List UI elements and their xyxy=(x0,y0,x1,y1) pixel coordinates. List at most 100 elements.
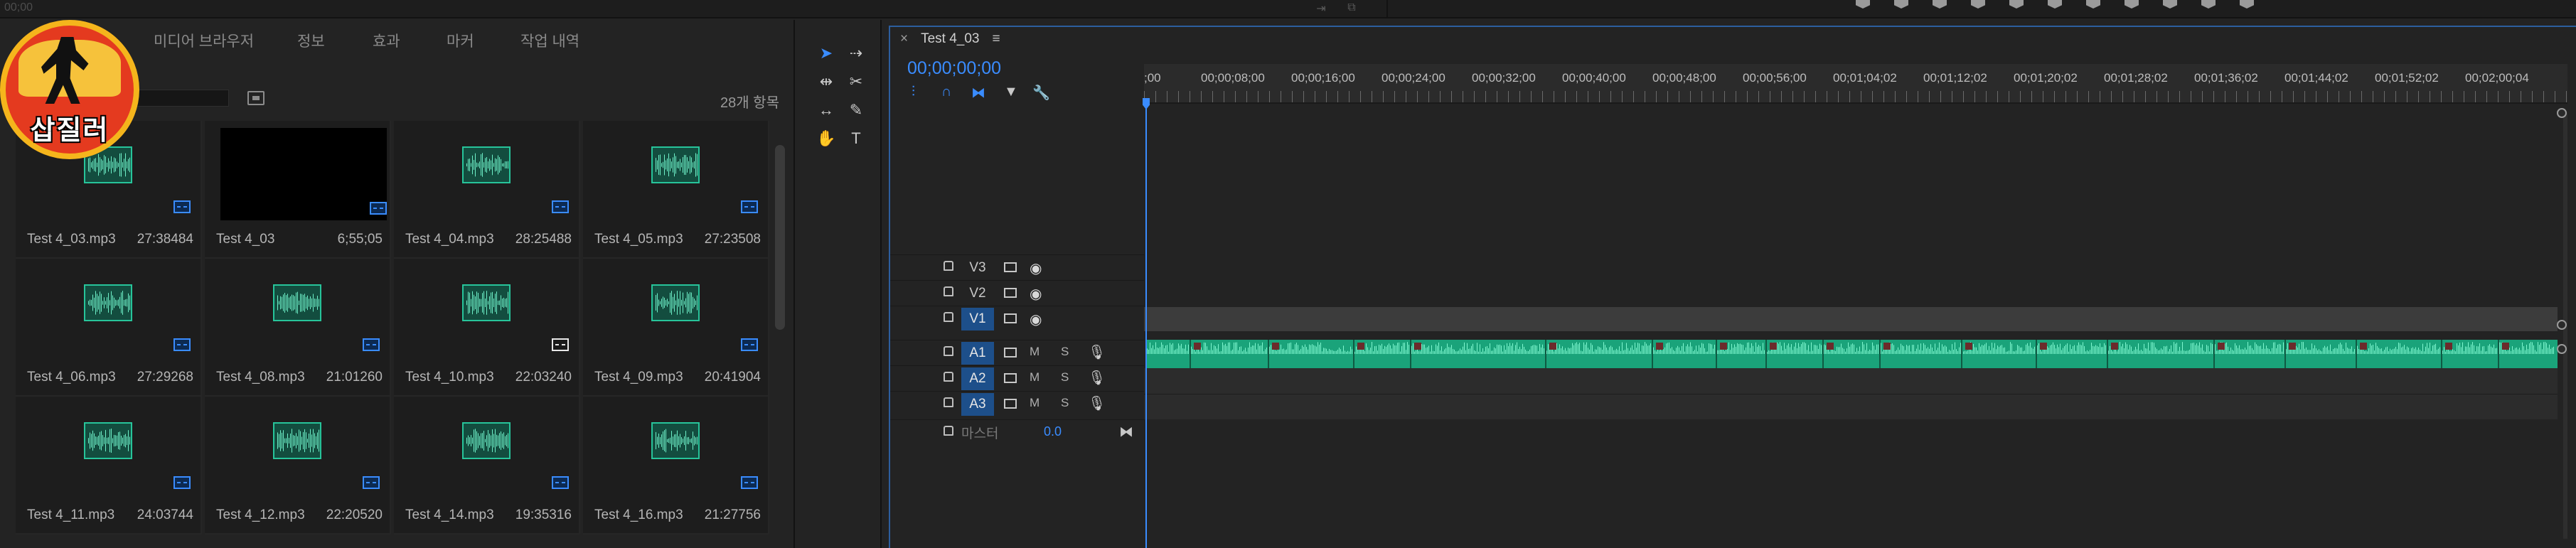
project-item[interactable]: Test 4_12.mp3 22:20520 xyxy=(205,397,391,534)
close-icon[interactable]: × xyxy=(900,31,908,46)
project-search-input[interactable] xyxy=(128,90,229,107)
zoom-handle-bottom[interactable] xyxy=(2557,344,2567,354)
lock-icon[interactable] xyxy=(944,312,953,322)
sync-lock-icon[interactable] xyxy=(1004,399,1017,409)
audio-clip-icon xyxy=(173,338,191,351)
playhead-timecode[interactable]: 00;00;00;00 xyxy=(907,58,1001,79)
nest-icon[interactable]: ⫶ xyxy=(912,84,915,100)
eye-icon[interactable]: ◉ xyxy=(1030,259,1042,277)
ruler-tick: ;00 xyxy=(1144,71,1161,85)
razor-tool-icon[interactable]: ✂ xyxy=(845,71,867,92)
lock-icon[interactable] xyxy=(944,372,953,382)
wrench-icon[interactable]: 🔧 xyxy=(1032,84,1050,102)
lock-icon[interactable] xyxy=(944,426,953,436)
linked-selection-icon[interactable]: ⧓ xyxy=(971,84,985,102)
lock-icon[interactable] xyxy=(944,286,953,296)
insert-icon[interactable]: ⇥ xyxy=(1312,1,1330,16)
solo-button[interactable]: S xyxy=(1061,345,1069,359)
track-name[interactable]: A3 xyxy=(961,393,994,416)
audio-waveform-icon xyxy=(462,146,511,183)
track-headers: V3 ◉ V2 ◉ V1 ◉ A1 M S 🎙 A2 M S 🎙 A3 M S … xyxy=(890,254,1144,468)
audio-clip-icon xyxy=(363,338,380,351)
lock-icon[interactable] xyxy=(944,261,953,271)
sequence-preview xyxy=(220,128,387,220)
project-item[interactable]: Test 4_11.mp3 24:03744 xyxy=(16,397,202,534)
microphone-icon[interactable]: 🎙 xyxy=(1088,369,1106,387)
type-tool-icon[interactable]: T xyxy=(845,128,867,149)
sync-lock-icon[interactable] xyxy=(1004,313,1017,323)
add-marker-icon[interactable] xyxy=(1933,0,1947,9)
pen-tool-icon[interactable]: ✎ xyxy=(845,100,867,121)
sync-lock-icon[interactable] xyxy=(1004,288,1017,298)
tab-markers[interactable]: 마커 xyxy=(447,30,474,51)
hand-tool-icon[interactable]: ✋ xyxy=(815,128,838,149)
lock-icon[interactable] xyxy=(944,397,953,407)
mute-button[interactable]: M xyxy=(1030,370,1040,385)
project-item[interactable]: Test 4_08.mp3 21:01260 xyxy=(205,259,391,397)
ripple-edit-tool-icon[interactable]: ⇹ xyxy=(815,71,838,92)
zoom-handle-top[interactable] xyxy=(2557,108,2567,118)
project-item[interactable]: Test 4_16.mp3 21:27756 xyxy=(583,397,769,534)
track-name[interactable]: A2 xyxy=(961,367,994,390)
lift-icon[interactable] xyxy=(2163,0,2177,9)
item-thumbnail xyxy=(205,259,391,365)
step-back-icon[interactable] xyxy=(2009,0,2024,9)
solo-button[interactable]: S xyxy=(1061,396,1069,410)
go-to-end-icon[interactable]: ⧓ xyxy=(1119,423,1133,441)
project-item[interactable]: Test 4_06.mp3 27:29268 xyxy=(16,259,202,397)
extract-icon[interactable] xyxy=(2201,0,2216,9)
audio-waveform-icon xyxy=(84,422,132,459)
master-volume[interactable]: 0.0 xyxy=(1044,424,1062,439)
slip-tool-icon[interactable]: ↔ xyxy=(815,100,838,121)
eye-icon[interactable]: ◉ xyxy=(1030,285,1042,303)
eye-icon[interactable]: ◉ xyxy=(1030,311,1042,328)
track-name[interactable]: V2 xyxy=(961,282,994,305)
mute-button[interactable]: M xyxy=(1030,396,1040,410)
microphone-icon[interactable]: 🎙 xyxy=(1088,343,1106,361)
microphone-icon[interactable]: 🎙 xyxy=(1088,394,1106,412)
go-to-in-icon[interactable] xyxy=(1971,0,1985,9)
item-thumbnail xyxy=(16,259,202,365)
track-select-tool-icon[interactable]: ⇢ xyxy=(845,43,867,64)
snap-icon[interactable]: ∩ xyxy=(941,84,951,100)
tab-history[interactable]: 작업 내역 xyxy=(520,30,579,51)
new-bin-icon[interactable] xyxy=(247,91,264,105)
zoom-handle-middle[interactable] xyxy=(2557,320,2567,330)
project-item[interactable]: Test 4_10.mp3 22:03240 xyxy=(394,259,580,397)
play-icon[interactable] xyxy=(2048,0,2062,9)
track-name[interactable]: A1 xyxy=(961,342,994,365)
track-name[interactable]: V3 xyxy=(961,257,994,279)
project-item[interactable]: Test 4_09.mp3 20:41904 xyxy=(583,259,769,397)
panel-menu-icon[interactable]: ≡ xyxy=(993,31,1000,46)
sync-lock-icon[interactable] xyxy=(1004,348,1017,358)
tab-sequence[interactable]: × Test 4_03 ≡ xyxy=(900,31,1000,47)
export-frame-icon[interactable]: ⧉ xyxy=(1342,1,1361,16)
selection-tool-icon[interactable]: ➤ xyxy=(815,43,838,64)
item-duration: 22:03240 xyxy=(515,370,572,385)
export-frame-icon[interactable] xyxy=(2240,0,2254,9)
track-header-master: 마스터 0.0 ⧓ xyxy=(890,419,1144,445)
mute-button[interactable]: M xyxy=(1030,345,1040,359)
tab-media-browser[interactable]: 미디어 브라우저 xyxy=(154,30,254,51)
solo-button[interactable]: S xyxy=(1061,370,1069,385)
track-name[interactable]: V1 xyxy=(961,308,994,331)
step-forward-icon[interactable] xyxy=(2086,0,2100,9)
tab-info[interactable]: 정보 xyxy=(297,30,325,51)
sync-lock-icon[interactable] xyxy=(1004,373,1017,383)
time-ruler[interactable]: ;00 00;00;08;00 00;00;16;00 00;00;24;00 … xyxy=(1144,64,2567,104)
lock-icon[interactable] xyxy=(944,346,953,356)
sync-lock-icon[interactable] xyxy=(1004,262,1017,272)
project-item[interactable]: Test 4_05.mp3 27:23508 xyxy=(583,121,769,259)
add-marker-icon[interactable]: ▼ xyxy=(1004,84,1018,100)
tab-effects[interactable]: 효과 xyxy=(373,30,400,51)
project-item[interactable]: Test 4_14.mp3 19:35316 xyxy=(394,397,580,534)
playhead-line xyxy=(1145,104,1147,548)
a1-audio-clips[interactable] xyxy=(1147,340,2558,368)
project-item[interactable]: Test 4_03 6;55;05 xyxy=(205,121,391,259)
audio-waveform-icon xyxy=(462,284,511,321)
mark-out-icon[interactable] xyxy=(1894,0,1908,9)
go-to-out-icon[interactable] xyxy=(2125,0,2139,9)
mark-in-icon[interactable] xyxy=(1856,0,1870,9)
project-item[interactable]: Test 4_04.mp3 28:25488 xyxy=(394,121,580,259)
project-scrollbar[interactable] xyxy=(775,145,785,330)
